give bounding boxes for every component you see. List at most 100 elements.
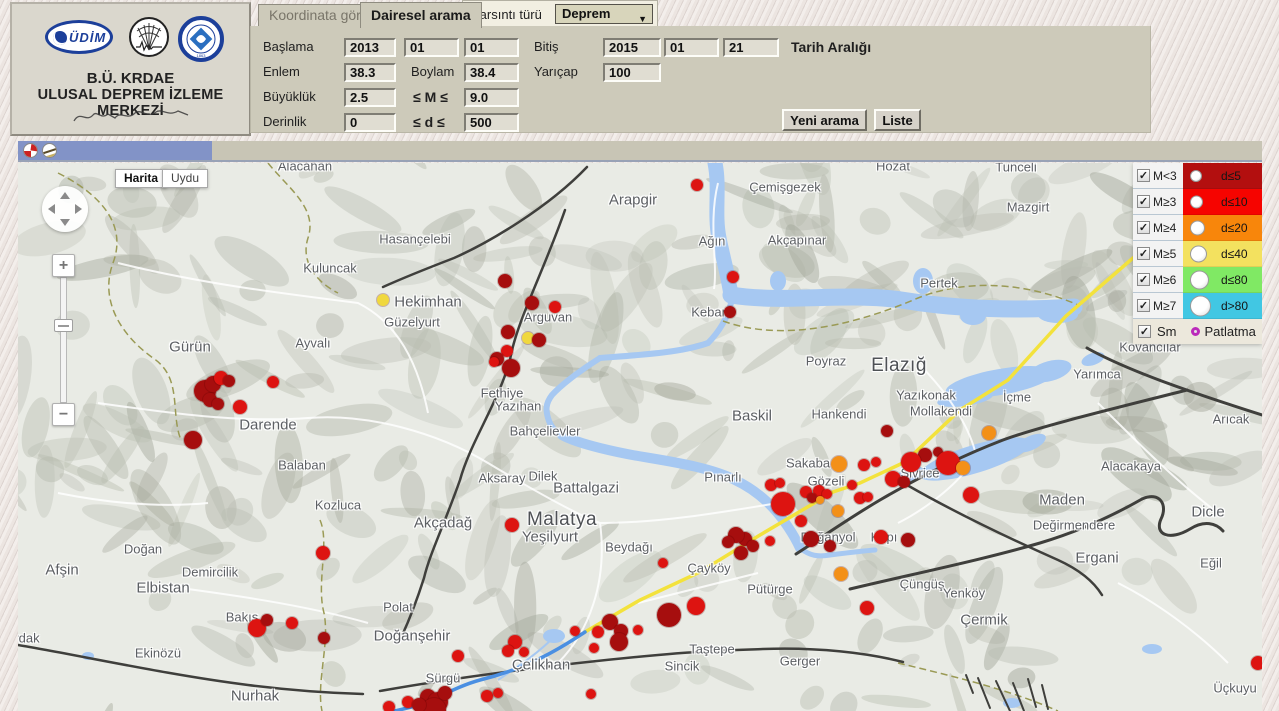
pan-up-icon[interactable]: [60, 192, 70, 199]
quake-marker[interactable]: [898, 476, 910, 488]
quake-marker[interactable]: [261, 614, 273, 626]
baslama-day-input[interactable]: [464, 38, 519, 57]
quake-marker[interactable]: [412, 698, 426, 711]
quake-marker[interactable]: [901, 452, 921, 472]
quake-marker[interactable]: [824, 540, 836, 552]
quake-marker[interactable]: [502, 645, 514, 657]
mag-max-input[interactable]: [464, 88, 519, 107]
quake-marker[interactable]: [727, 271, 739, 283]
pan-left-icon[interactable]: [48, 204, 55, 214]
quake-marker[interactable]: [316, 546, 330, 560]
zoom-slider-handle[interactable]: [54, 319, 73, 332]
quake-marker[interactable]: [489, 357, 499, 367]
quake-marker[interactable]: [847, 480, 857, 490]
quake-marker[interactable]: [860, 601, 874, 615]
quake-marker[interactable]: [816, 496, 824, 504]
quake-marker[interactable]: [633, 625, 643, 635]
legend-checkbox-M≥6[interactable]: ✓: [1137, 273, 1150, 286]
earthquake-map[interactable]: Alacahan Hozat Tunceli Çemişgezek Arapgir Maz…: [18, 163, 1262, 711]
quake-marker[interactable]: [212, 398, 224, 410]
quake-marker[interactable]: [657, 603, 681, 627]
yeni-arama-button[interactable]: Yeni arama: [782, 109, 867, 131]
quake-marker[interactable]: [498, 274, 512, 288]
quake-marker[interactable]: [452, 650, 464, 662]
legend-checkbox-M≥4[interactable]: ✓: [1137, 221, 1150, 234]
quake-marker[interactable]: [901, 533, 915, 547]
legend-checkbox-M≥3[interactable]: ✓: [1137, 195, 1150, 208]
pan-control[interactable]: [42, 186, 88, 232]
baslama-month-input[interactable]: [404, 38, 459, 57]
liste-button[interactable]: Liste: [874, 109, 921, 131]
quake-marker[interactable]: [383, 701, 395, 711]
quake-marker[interactable]: [184, 431, 202, 449]
quake-marker[interactable]: [747, 540, 759, 552]
quake-marker[interactable]: [795, 515, 807, 527]
quake-marker[interactable]: [519, 647, 529, 657]
quake-marker[interactable]: [834, 567, 848, 581]
quake-marker[interactable]: [803, 531, 819, 547]
quake-type-select[interactable]: Deprem ▼: [555, 4, 653, 24]
quake-marker[interactable]: [493, 688, 503, 698]
baslama-year-input[interactable]: [344, 38, 396, 57]
measure-tool-icon[interactable]: [42, 143, 57, 158]
quake-marker[interactable]: [724, 306, 736, 318]
tab-dairesel-arama[interactable]: Dairesel arama: [360, 2, 482, 28]
pan-down-icon[interactable]: [60, 219, 70, 226]
legend-checkbox-sm[interactable]: ✓: [1138, 325, 1151, 338]
quake-marker[interactable]: [963, 487, 979, 503]
zoom-slider-track[interactable]: [60, 277, 67, 403]
quake-marker[interactable]: [771, 492, 795, 516]
quake-marker[interactable]: [549, 301, 561, 313]
quake-marker[interactable]: [734, 546, 748, 560]
quake-marker[interactable]: [658, 558, 668, 568]
boylam-input[interactable]: [464, 63, 519, 82]
quake-marker[interactable]: [267, 376, 279, 388]
yaricap-input[interactable]: [603, 63, 661, 82]
quake-marker[interactable]: [286, 617, 298, 629]
quake-marker[interactable]: [505, 518, 519, 532]
quake-marker[interactable]: [832, 505, 844, 517]
draw-tool-icon[interactable]: [23, 143, 38, 158]
quake-marker[interactable]: [831, 456, 847, 472]
quake-marker[interactable]: [318, 632, 330, 644]
quake-marker[interactable]: [863, 492, 873, 502]
enlem-input[interactable]: [344, 63, 396, 82]
map-type-harita-button[interactable]: Harita: [115, 169, 168, 188]
bitis-year-input[interactable]: [603, 38, 661, 57]
pan-right-icon[interactable]: [75, 204, 82, 214]
quake-marker[interactable]: [481, 690, 493, 702]
quake-marker[interactable]: [871, 457, 881, 467]
legend-checkbox-M≥7[interactable]: ✓: [1137, 299, 1150, 312]
zoom-in-button[interactable]: +: [52, 254, 75, 277]
quake-marker[interactable]: [592, 626, 604, 638]
quake-marker[interactable]: [501, 325, 515, 339]
quake-marker[interactable]: [570, 626, 580, 636]
quake-marker[interactable]: [502, 359, 520, 377]
quake-marker[interactable]: [691, 179, 703, 191]
quake-marker[interactable]: [874, 530, 888, 544]
zoom-out-button[interactable]: −: [52, 403, 75, 426]
quake-marker[interactable]: [610, 633, 628, 651]
quake-marker[interactable]: [377, 294, 389, 306]
quake-marker[interactable]: [532, 333, 546, 347]
quake-marker[interactable]: [586, 689, 596, 699]
bitis-month-input[interactable]: [664, 38, 719, 57]
quake-marker[interactable]: [881, 425, 893, 437]
quake-marker[interactable]: [1251, 656, 1262, 670]
map-type-uydu-button[interactable]: Uydu: [162, 169, 209, 188]
quake-marker[interactable]: [956, 461, 970, 475]
quake-marker[interactable]: [687, 597, 705, 615]
quake-marker[interactable]: [589, 643, 599, 653]
quake-marker[interactable]: [722, 536, 734, 548]
quake-marker[interactable]: [765, 536, 775, 546]
quake-marker[interactable]: [525, 296, 539, 310]
bitis-day-input[interactable]: [723, 38, 779, 57]
legend-checkbox-M≥5[interactable]: ✓: [1137, 247, 1150, 260]
quake-marker[interactable]: [233, 400, 247, 414]
quake-marker[interactable]: [438, 686, 452, 700]
quake-marker[interactable]: [982, 426, 996, 440]
legend-checkbox-M<3[interactable]: ✓: [1137, 169, 1150, 182]
quake-marker[interactable]: [223, 375, 235, 387]
depth-max-input[interactable]: [464, 113, 519, 132]
mag-min-input[interactable]: [344, 88, 396, 107]
